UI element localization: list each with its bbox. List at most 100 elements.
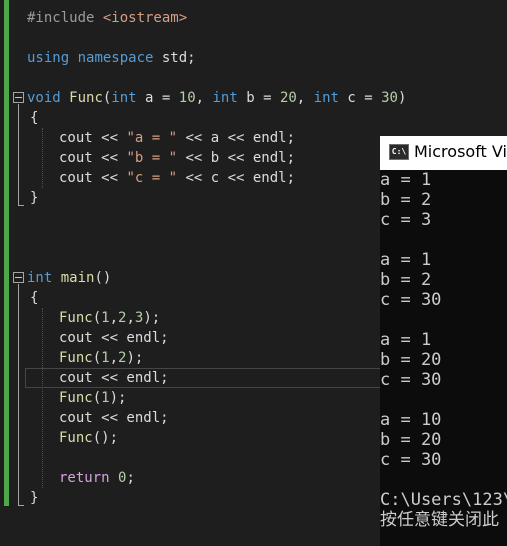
- code-line[interactable]: {: [0, 108, 507, 128]
- code-token: 1: [101, 390, 110, 406]
- console-output-line: a = 1: [380, 170, 432, 190]
- console-title: Microsoft Visual Studio Debug Console: [414, 142, 507, 161]
- console-output-line: a = 1: [380, 250, 432, 270]
- code-token: b =: [237, 90, 280, 106]
- code-token: {: [30, 290, 39, 306]
- code-token: 10: [178, 90, 196, 106]
- code-token: void: [27, 90, 61, 106]
- code-token: 1: [101, 310, 110, 326]
- code-token: );: [126, 350, 144, 366]
- console-output-line: b = 2: [380, 190, 432, 210]
- code-token: 30: [381, 90, 398, 106]
- code-token: Func: [69, 90, 103, 106]
- code-line-text: }: [30, 488, 38, 508]
- code-token: {: [30, 110, 39, 126]
- code-token: << c << endl;: [177, 170, 296, 186]
- console-output-line: C:\Users\123\: [380, 490, 507, 510]
- code-token: return: [59, 470, 110, 486]
- code-token: 1: [101, 350, 110, 366]
- code-token: (): [94, 270, 112, 286]
- code-line-text: {: [30, 108, 38, 128]
- code-line-text: cout << "b = " << b << endl;: [59, 148, 295, 168]
- code-token: cout <<: [59, 150, 127, 166]
- code-token: );: [143, 310, 161, 326]
- code-line-text: void Func(int a = 10, int b = 20, int c …: [27, 88, 406, 108]
- code-line-text: int main(): [27, 268, 111, 288]
- code-token: ,: [109, 310, 119, 326]
- code-line-text: #include <iostream>: [27, 8, 187, 28]
- code-token: a =: [136, 90, 179, 106]
- console-output-line: b = 2: [380, 270, 432, 290]
- console-output-line: c = 30: [380, 450, 442, 470]
- console-output-line: a = 1: [380, 330, 432, 350]
- code-token: cout << endl;: [59, 410, 169, 426]
- console-output-line: c = 30: [380, 290, 442, 310]
- code-token: namespace: [77, 50, 154, 66]
- code-token: (: [92, 310, 102, 326]
- code-token: }: [30, 490, 39, 506]
- code-token: ,: [296, 90, 314, 106]
- console-output-line: a = 10: [380, 410, 442, 430]
- code-token: <iostream>: [102, 10, 188, 26]
- code-token: int: [313, 90, 339, 106]
- code-token: main: [60, 270, 95, 286]
- code-token: (: [92, 390, 102, 406]
- code-token: c =: [338, 90, 382, 106]
- code-token: cout << endl;: [59, 370, 169, 386]
- code-line[interactable]: [0, 28, 507, 48]
- code-line-text: cout << "a = " << a << endl;: [59, 128, 295, 148]
- console-output-line: b = 20: [380, 350, 442, 370]
- code-line-text: cout << endl;: [59, 368, 169, 388]
- code-token: << b << endl;: [177, 150, 296, 166]
- code-line-text: Func(1);: [59, 388, 126, 408]
- code-line[interactable]: #include <iostream>: [0, 8, 507, 28]
- code-token: "b = ": [126, 150, 178, 166]
- code-line-text: cout << endl;: [59, 328, 169, 348]
- code-token: (: [92, 350, 102, 366]
- console-titlebar[interactable]: C:\ Microsoft Visual Studio Debug Consol…: [380, 136, 507, 170]
- code-line-text: {: [30, 288, 38, 308]
- code-token: cout <<: [59, 170, 127, 186]
- console-output-line: 按任意键关闭此: [380, 510, 499, 530]
- code-token: 20: [279, 90, 297, 106]
- code-token: int: [27, 270, 53, 286]
- code-line-text: Func(1,2);: [59, 348, 143, 368]
- code-token: cout << endl;: [59, 330, 169, 346]
- code-token: ,: [109, 350, 119, 366]
- console-output-line: c = 30: [380, 370, 442, 390]
- code-token: #include: [27, 10, 103, 26]
- console-icon-text: C:\: [391, 147, 407, 156]
- code-token: int: [111, 90, 137, 106]
- code-line-text: Func();: [59, 428, 118, 448]
- ide-window: #include <iostream> using namespace std; v…: [0, 0, 507, 546]
- code-line[interactable]: using namespace std;: [0, 48, 507, 68]
- code-token: ;: [126, 470, 135, 486]
- code-token: Func: [59, 310, 93, 326]
- code-token: int: [212, 90, 238, 106]
- code-token: ,: [126, 310, 135, 326]
- console-output-line: c = 3: [380, 210, 432, 230]
- code-line-text: cout << "c = " << c << endl;: [59, 168, 295, 188]
- console-app-icon: C:\: [389, 144, 409, 160]
- code-token: cout <<: [59, 130, 127, 146]
- code-token: );: [109, 390, 127, 406]
- code-token: ): [397, 90, 407, 106]
- code-token: "c = ": [126, 170, 178, 186]
- code-token: std;: [153, 50, 196, 66]
- code-token: ,: [195, 90, 213, 106]
- code-line[interactable]: void Func(int a = 10, int b = 20, int c …: [0, 88, 507, 108]
- debug-console-window[interactable]: C:\ Microsoft Visual Studio Debug Consol…: [380, 136, 507, 546]
- code-token: using: [27, 50, 70, 66]
- code-line-text: return 0;: [59, 468, 135, 488]
- code-line-text: using namespace std;: [27, 48, 196, 68]
- code-token: }: [30, 190, 39, 206]
- code-token: Func: [59, 430, 93, 446]
- code-token: Func: [59, 350, 93, 366]
- console-output-line: b = 20: [380, 430, 442, 450]
- code-line[interactable]: [0, 68, 507, 88]
- code-line-text: Func(1,2,3);: [59, 308, 160, 328]
